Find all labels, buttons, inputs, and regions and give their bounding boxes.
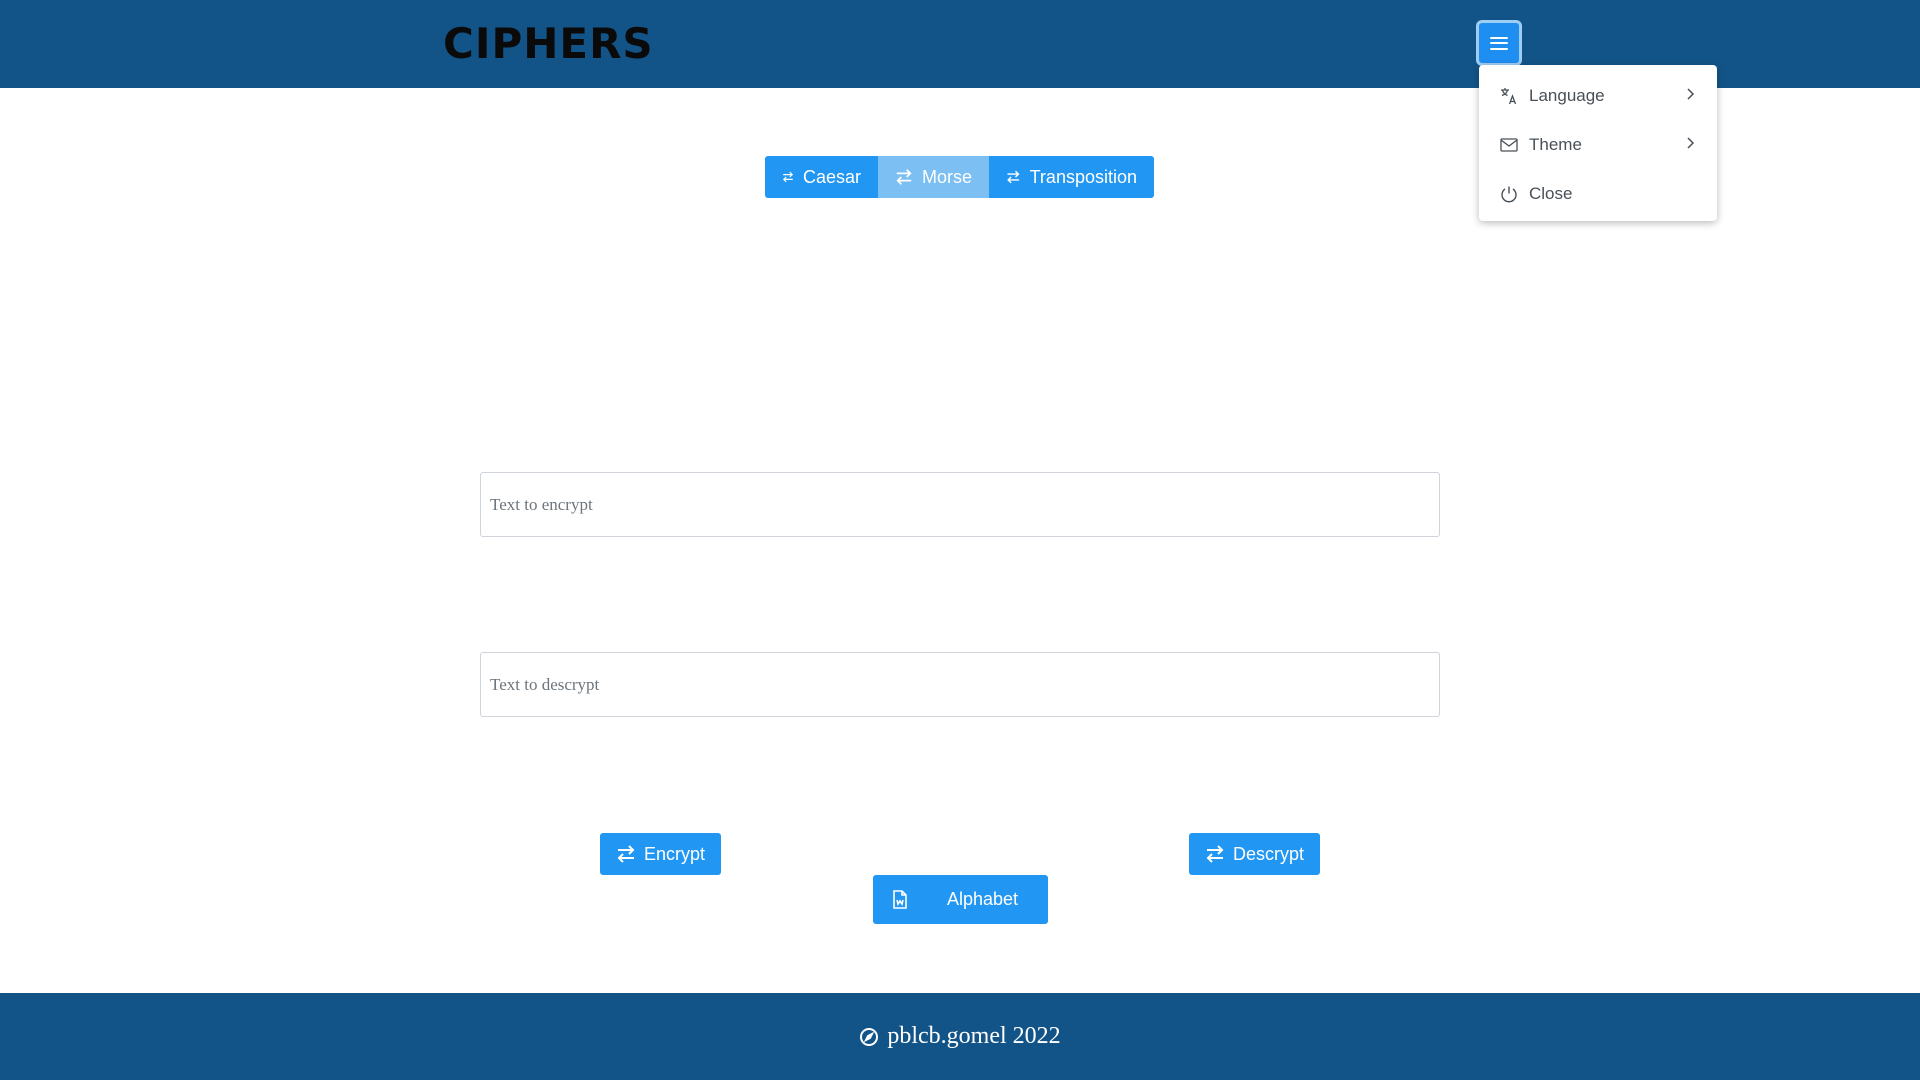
- swap-arrows-icon: [1007, 170, 1020, 184]
- app-footer: pblcb.gomel 2022: [0, 993, 1920, 1080]
- compass-icon: [859, 1027, 879, 1047]
- swap-arrows-icon: [617, 845, 635, 863]
- alphabet-button[interactable]: Alphabet: [873, 875, 1048, 924]
- translate-icon: [1499, 86, 1519, 106]
- hamburger-menu-icon: [1490, 36, 1508, 50]
- envelope-icon: [1499, 135, 1519, 155]
- encrypt-button[interactable]: Encrypt: [600, 833, 721, 875]
- tab-morse[interactable]: Morse: [878, 156, 989, 198]
- menu-item-label: Language: [1529, 85, 1605, 105]
- decrypt-button-label: Descrypt: [1232, 843, 1304, 864]
- encrypt-input[interactable]: [480, 472, 1440, 537]
- swap-arrows-icon: [896, 169, 912, 185]
- chevron-right-icon: [1687, 137, 1695, 149]
- encrypt-button-label: Encrypt: [643, 843, 706, 864]
- power-icon: [1499, 184, 1519, 204]
- menu-item-theme[interactable]: Theme: [1479, 120, 1717, 169]
- decrypt-input[interactable]: [480, 652, 1440, 717]
- alphabet-button-label: Alphabet: [947, 889, 1019, 909]
- app-logo: CIPHERS: [443, 19, 654, 68]
- menu-item-label: Theme: [1529, 134, 1582, 154]
- document-icon: [893, 890, 907, 909]
- menu-item-label: Close: [1529, 183, 1573, 203]
- tab-label: Caesar: [802, 166, 861, 187]
- tab-caesar[interactable]: Caesar: [765, 156, 878, 198]
- swap-arrows-icon: [1206, 845, 1224, 863]
- cipher-tabs: Caesar Morse Transposition: [765, 156, 1154, 198]
- tab-label: Transposition: [1029, 166, 1137, 187]
- tab-transposition[interactable]: Transposition: [989, 156, 1154, 198]
- swap-arrows-icon: [782, 171, 794, 183]
- settings-dropdown: Language Theme Close: [1479, 65, 1717, 221]
- menu-item-language[interactable]: Language: [1479, 71, 1717, 120]
- tab-label: Morse: [921, 166, 972, 187]
- menu-item-close[interactable]: Close: [1479, 169, 1717, 218]
- menu-toggle-button[interactable]: [1476, 20, 1522, 66]
- footer-text: pblcb.gomel 2022: [887, 1023, 1061, 1049]
- decrypt-button[interactable]: Descrypt: [1189, 833, 1320, 875]
- chevron-right-icon: [1687, 88, 1695, 100]
